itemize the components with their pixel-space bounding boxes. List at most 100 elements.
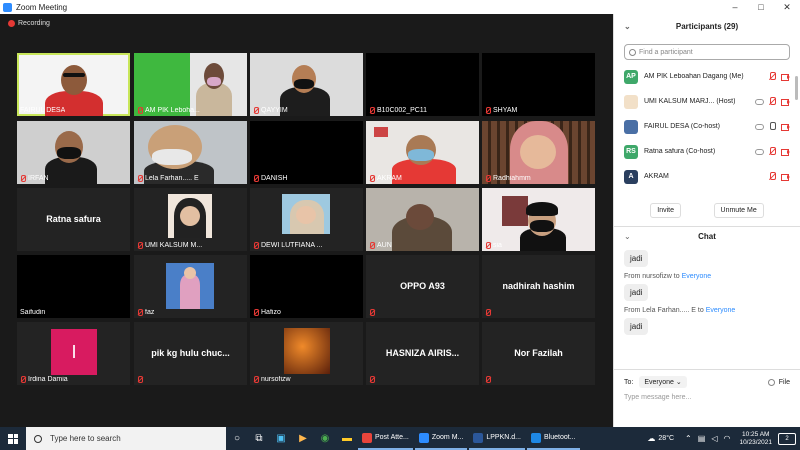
video-tile[interactable]: B10C002_PC11 <box>366 53 479 116</box>
unmute-me-button[interactable]: Unmute Me <box>713 203 764 218</box>
store-icon[interactable]: ▣ <box>270 427 292 450</box>
participant-search-input[interactable]: Find a participant <box>624 44 790 60</box>
muted-mic-icon <box>253 376 259 383</box>
video-tile[interactable]: nadhirah hashim <box>482 255 595 318</box>
wifi-icon[interactable]: ◠ <box>723 434 730 443</box>
close-button[interactable]: ✕ <box>774 0 800 14</box>
tile-name: IRFAN <box>20 175 49 182</box>
search-icon <box>34 434 42 443</box>
video-tile[interactable]: Ratna safura <box>17 188 130 251</box>
media-player-icon[interactable]: ▶ <box>292 427 314 450</box>
video-tile[interactable]: I Irdina Damia <box>17 322 130 385</box>
video-tile[interactable]: DANISH <box>250 121 363 184</box>
face-mask <box>408 149 434 161</box>
volume-icon[interactable]: ◁ <box>711 434 717 443</box>
taskbar-app[interactable]: LPPKN.d... <box>469 427 526 450</box>
task-view-icon[interactable]: ⧉ <box>248 427 270 450</box>
muted-mic-icon <box>253 242 259 249</box>
chat-message: From Lela Farhan..... E to Everyone jadi <box>624 307 790 335</box>
collapse-chevron-icon[interactable]: ⌄ <box>624 232 631 241</box>
network-icon[interactable]: ▤ <box>698 434 706 443</box>
video-tile[interactable]: FAIRUL DESA <box>17 53 130 116</box>
recipient-dropdown[interactable]: Everyone ⌄ <box>639 376 687 388</box>
collapse-chevron-icon[interactable]: ⌄ <box>624 22 631 31</box>
video-tile[interactable]: IRFAN <box>17 121 130 184</box>
zoom-icon <box>418 432 429 443</box>
chevron-up-icon[interactable]: ⌃ <box>685 434 692 443</box>
system-tray: ☁ 28°C ⌃ ▤ ◁ ◠ 10:25 AM 10/23/2021 2 <box>644 427 800 450</box>
video-tile[interactable]: Radhiahmm <box>482 121 595 184</box>
video-tile[interactable]: sia <box>482 188 595 251</box>
muted-mic-icon <box>20 175 26 182</box>
video-tile[interactable]: pik kg hulu chuc... <box>134 322 247 385</box>
recording-indicator[interactable]: Recording <box>8 20 50 27</box>
tile-name: DEWI LUTFIANA ... <box>253 242 322 249</box>
participant-item[interactable]: FAIRUL DESA (Co-host) <box>614 114 800 139</box>
clock[interactable]: 10:25 AM 10/23/2021 <box>739 431 772 447</box>
chat-input[interactable]: Type message here... <box>624 394 790 401</box>
video-tile[interactable]: QAYYIM <box>250 53 363 116</box>
file-button[interactable]: File <box>767 378 790 386</box>
chat-message: From nursofizw to Everyone jadi <box>624 273 790 301</box>
recording-label: Recording <box>18 20 50 27</box>
video-tile[interactable]: nursofizw <box>250 322 363 385</box>
participant-item[interactable]: UMI KALSUM MARJ... (Host) <box>614 89 800 114</box>
participant-item[interactable]: AP AM PIK Leboahan Dagang (Me) <box>614 64 800 89</box>
participant-scrollbar[interactable] <box>795 76 798 100</box>
video-tile[interactable]: UMI KALSUM M... <box>134 188 247 251</box>
participant-item[interactable]: RS Ratna safura (Co-host) <box>614 139 800 164</box>
muted-mic-icon <box>485 242 491 249</box>
maximize-button[interactable]: □ <box>748 0 774 14</box>
video-tile[interactable]: SHYAM <box>482 53 595 116</box>
participant-name: AM PIK Leboahan Dagang (Me) <box>644 73 744 80</box>
muted-mic-icon <box>253 309 259 316</box>
minimize-button[interactable]: – <box>722 0 748 14</box>
video-tile[interactable]: Nor Fazilah <box>482 322 595 385</box>
temperature[interactable]: 28°C <box>658 435 674 442</box>
video-tile[interactable]: Hafizo <box>250 255 363 318</box>
avatar: AP <box>624 69 638 84</box>
message-sender: From Lela Farhan..... E to Everyone <box>624 307 736 314</box>
video-tile[interactable]: AUN <box>366 188 479 251</box>
chrome-icon <box>362 432 372 443</box>
cloud-recording-icon <box>755 124 764 130</box>
taskbar-app[interactable]: Post Atte... <box>358 427 413 450</box>
participant-face <box>520 135 556 169</box>
face-mask <box>152 149 192 165</box>
taskbar-app[interactable]: Bluetoot... <box>527 427 580 450</box>
participant-item[interactable]: A AKRAM <box>614 164 800 189</box>
video-tile[interactable]: DEWI LUTFIANA ... <box>250 188 363 251</box>
avatar <box>624 119 638 134</box>
profile-picture <box>168 194 212 238</box>
face-mask <box>530 220 554 232</box>
video-tile[interactable]: AM PIK Leboha... <box>134 53 247 116</box>
muted-mic-icon <box>369 376 375 383</box>
video-tile[interactable]: faz <box>134 255 247 318</box>
file-explorer-icon[interactable]: ▬ <box>336 427 358 450</box>
start-button[interactable] <box>0 427 26 450</box>
video-tile[interactable]: OPPO A93 <box>366 255 479 318</box>
video-tile[interactable]: Lela Farhan..... E <box>134 121 247 184</box>
video-tile[interactable]: AKRAM <box>366 121 479 184</box>
clock-time: 10:25 AM <box>741 430 770 438</box>
taskbar-search-input[interactable]: Type here to search <box>26 427 226 450</box>
glasses-icon <box>63 73 85 77</box>
to-label: To: <box>624 378 634 386</box>
taskbar-app[interactable]: Zoom M... <box>414 427 468 450</box>
participant-hair <box>526 202 558 216</box>
flag-decoration <box>374 127 388 137</box>
video-tile[interactable]: Saifudin <box>17 255 130 318</box>
muted-mic-icon <box>485 376 491 383</box>
tile-center-name: OPPO A93 <box>400 281 445 291</box>
tile-name: UMI KALSUM M... <box>137 242 202 249</box>
notification-center-icon[interactable]: 2 <box>778 432 796 445</box>
invite-button[interactable]: Invite <box>650 203 681 218</box>
muted-mic-icon <box>369 309 375 316</box>
face-mask <box>57 147 81 159</box>
tile-name: AUN <box>369 242 392 249</box>
windows-logo-icon <box>8 433 18 444</box>
chrome-icon[interactable]: ◉ <box>314 427 336 450</box>
zoom-logo-icon <box>3 2 12 12</box>
cortana-icon[interactable]: ○ <box>226 427 248 450</box>
video-tile[interactable]: HASNIZA AIRIS... <box>366 322 479 385</box>
